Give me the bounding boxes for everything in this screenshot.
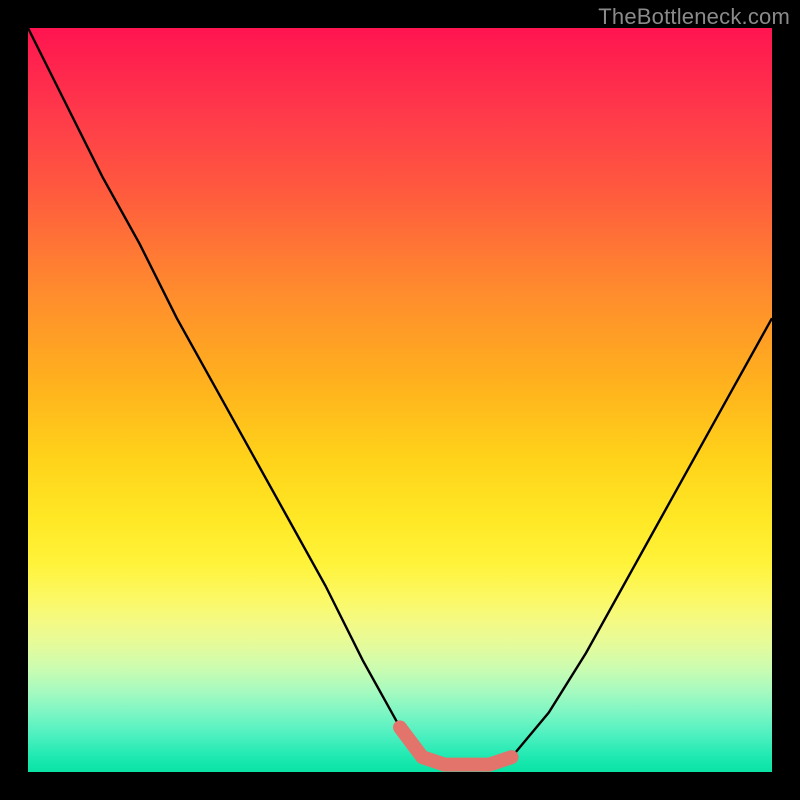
watermark-text: TheBottleneck.com [598,4,790,30]
main-curve [28,28,772,765]
plot-area [28,28,772,772]
chart-frame: TheBottleneck.com [0,0,800,800]
bottleneck-curve-path [28,28,772,765]
chart-svg [28,28,772,772]
highlight-segment-path [400,727,512,764]
highlight-curve [400,727,512,764]
